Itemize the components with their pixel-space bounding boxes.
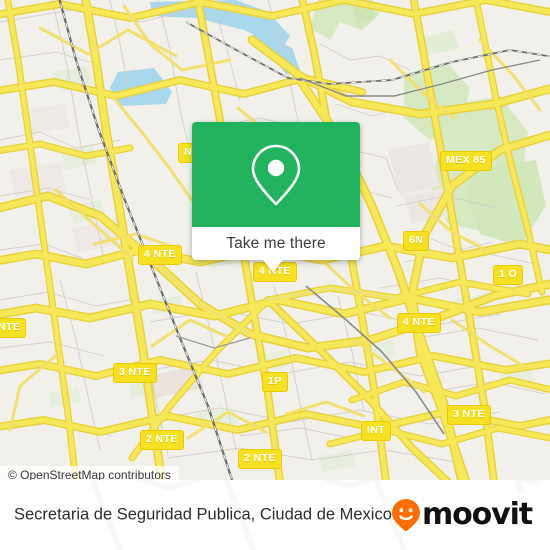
location-pin-icon — [251, 144, 301, 205]
place-title: Secretaria de Seguridad Publica, Ciudad … — [14, 505, 392, 524]
road-shield-int[interactable]: INT — [361, 421, 392, 441]
road-shield-3nte-a[interactable]: 3 NTE — [113, 363, 157, 383]
moovit-logo[interactable]: moovit — [391, 497, 533, 532]
road-shield-4nte-c[interactable]: 4 NTE — [397, 313, 441, 333]
footer-bar: Secretaria de Seguridad Publica, Ciudad … — [0, 480, 550, 550]
moovit-smiley-pin-icon — [391, 499, 420, 532]
road-shield-1o[interactable]: 1 O — [493, 265, 524, 285]
road-shield-2nte-a[interactable]: 2 NTE — [140, 430, 184, 450]
take-me-there-button[interactable]: Take me there — [192, 227, 360, 260]
road-shield-2nte-b[interactable]: 2 NTE — [238, 449, 282, 469]
moovit-wordmark: moovit — [421, 497, 533, 532]
take-me-there-label: Take me there — [226, 234, 326, 252]
road-shield-mex-85[interactable]: MEX 85 — [440, 151, 492, 171]
popup-pin-panel — [192, 122, 360, 227]
map-canvas[interactable]: MEX 85 6N 1 O 4 NTE 4 NTE 4 NTE 3 NTE 3 … — [0, 0, 550, 480]
road-shield-1p[interactable]: 1P — [262, 372, 288, 392]
destination-popup-card[interactable]: Take me there — [192, 122, 360, 272]
map-attribution[interactable]: © OpenStreetMap contributors — [0, 466, 179, 480]
road-shield-nte-left[interactable]: NTE — [0, 318, 27, 338]
road-shield-4nte-a[interactable]: 4 NTE — [138, 245, 182, 265]
road-shield-6n[interactable]: 6N — [403, 231, 430, 251]
road-shield-3nte-b[interactable]: 3 NTE — [447, 405, 491, 425]
popup-pointer-tail — [262, 259, 284, 272]
